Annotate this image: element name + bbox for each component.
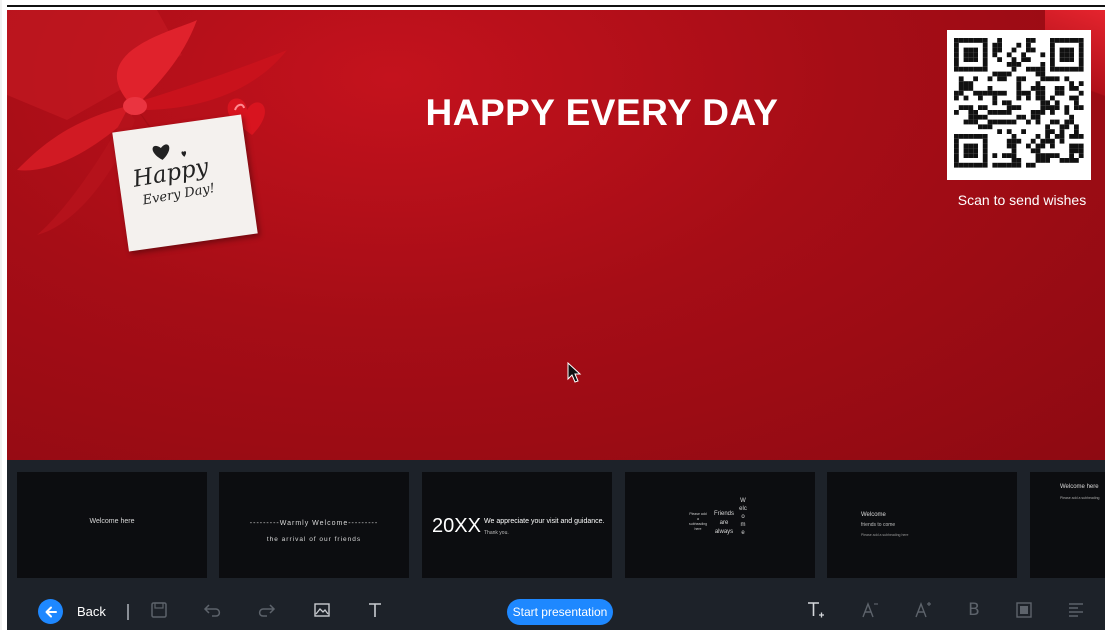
- font-size-increase-button[interactable]: [912, 599, 934, 621]
- text-icon: [369, 603, 381, 617]
- thumb-text: Please add a subheading: [1060, 496, 1100, 500]
- slide-thumbnail[interactable]: ---------Warmly Welcome--------- the arr…: [219, 472, 409, 578]
- slide-thumbnail[interactable]: Welcome here: [17, 472, 207, 578]
- thumb-text: the arrival of our friends: [266, 536, 362, 543]
- thumb-text: We appreciate your visit and guidance.: [484, 518, 605, 525]
- top-border: [7, 5, 1105, 7]
- thumb-text: Please add a subheading here: [861, 533, 909, 537]
- bold-button[interactable]: B: [963, 599, 985, 621]
- save-icon: [151, 602, 167, 618]
- thumb-text: ---------Warmly Welcome---------: [249, 520, 379, 527]
- thumb-text: 20XX: [432, 515, 481, 537]
- qr-code-icon: [954, 38, 1084, 168]
- text-style-button[interactable]: [805, 599, 827, 621]
- back-label[interactable]: Back: [77, 604, 106, 619]
- thumb-text: friends to come: [861, 522, 896, 528]
- slide-thumbnail-strip: Welcome here ---------Warmly Welcome----…: [7, 460, 1105, 588]
- font-increase-icon: [915, 602, 931, 618]
- slide-title[interactable]: HAPPY EVERY DAY: [7, 92, 1105, 134]
- qr-caption: Scan to send wishes: [957, 192, 1087, 208]
- redo-button[interactable]: [255, 599, 277, 621]
- insert-image-button[interactable]: [311, 599, 333, 621]
- text-add-icon: [808, 602, 824, 618]
- insert-text-button[interactable]: [364, 599, 386, 621]
- align-button[interactable]: [1065, 599, 1087, 621]
- align-icon: [1069, 603, 1083, 617]
- mouse-pointer-icon: [567, 362, 582, 383]
- undo-button[interactable]: [202, 599, 224, 621]
- redo-icon: [258, 604, 276, 617]
- slide-thumbnail[interactable]: 20XX We appreciate your visit and guidan…: [422, 472, 612, 578]
- start-presentation-button[interactable]: Start presentation: [507, 599, 613, 625]
- font-decrease-icon: [862, 602, 878, 618]
- bold-icon: B: [968, 600, 980, 620]
- bottom-toolbar: Back Start presentation B: [7, 588, 1105, 630]
- color-fill-icon: [1016, 602, 1032, 618]
- undo-icon: [203, 604, 221, 617]
- fill-color-button[interactable]: [1013, 599, 1035, 621]
- thumb-text: Welcome here: [89, 518, 135, 525]
- image-icon: [314, 603, 330, 617]
- thumb-text: Friends are always: [713, 511, 734, 535]
- thumb-text: Welcome: [739, 498, 747, 536]
- left-edge: [0, 0, 2, 630]
- thumb-text: Welcome: [861, 512, 886, 518]
- slide-thumbnail[interactable]: Welcome here Please add a subheading: [1030, 472, 1105, 578]
- save-button[interactable]: [148, 599, 170, 621]
- slide-canvas[interactable]: Happy Every Day! HAPPY EVERY DAY Scan to…: [7, 10, 1105, 460]
- thumb-text: Welcome here: [1060, 484, 1099, 490]
- font-size-decrease-button[interactable]: [859, 599, 881, 621]
- qr-code: [947, 30, 1091, 180]
- slide-thumbnail[interactable]: Please add a subheading here Friends are…: [625, 472, 815, 578]
- back-arrow-icon: [45, 606, 57, 617]
- toolbar-divider: [127, 604, 129, 620]
- thumb-text: Thank you.: [484, 530, 509, 536]
- thumb-text: Please add a subheading here: [689, 512, 708, 531]
- slide-thumbnail[interactable]: Welcome friends to come Please add a sub…: [827, 472, 1017, 578]
- back-button[interactable]: [38, 599, 63, 624]
